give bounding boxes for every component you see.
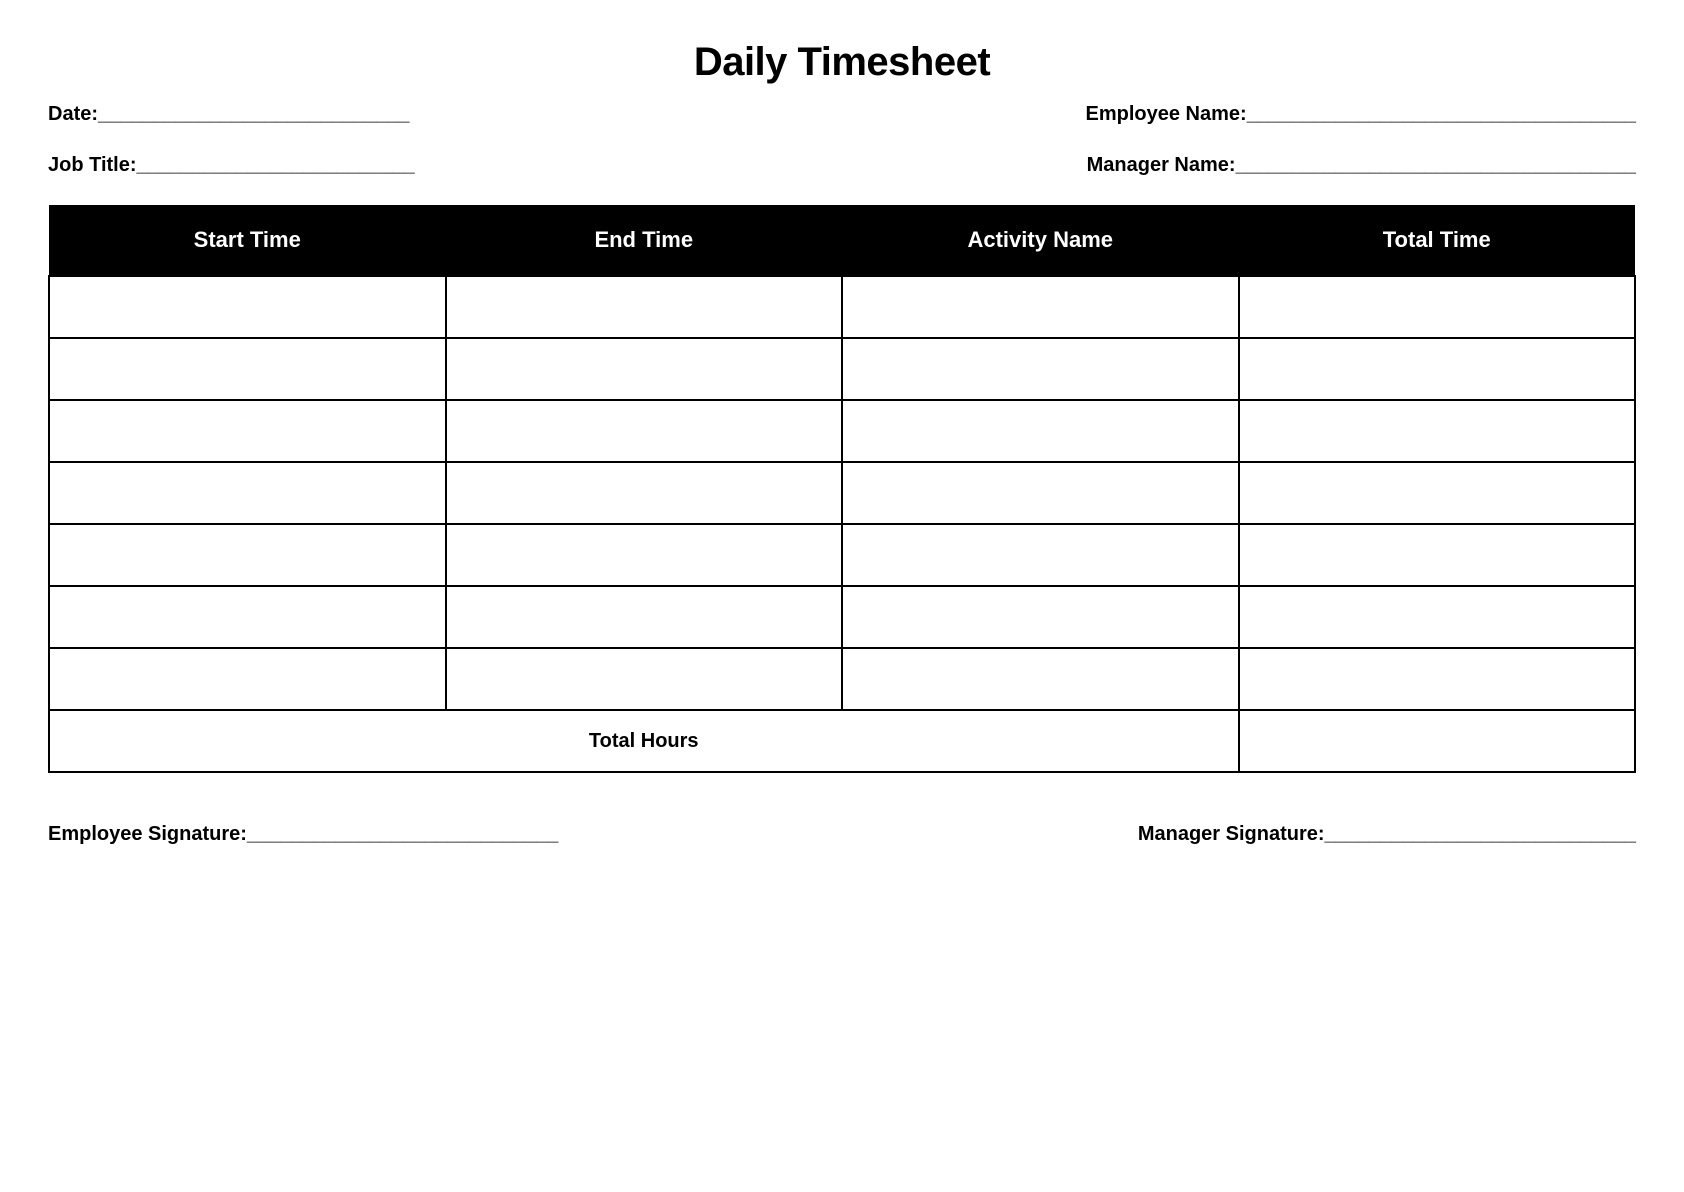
cell-start-time[interactable] <box>49 400 446 462</box>
table-row <box>49 338 1635 400</box>
header-start-time: Start Time <box>49 205 446 276</box>
cell-end-time[interactable] <box>446 338 843 400</box>
employee-signature-field[interactable]: Employee Signature: ____________________… <box>48 823 558 846</box>
employee-name-field[interactable]: Employee Name: _________________________… <box>1086 103 1636 126</box>
table-header-row: Start Time End Time Activity Name Total … <box>49 205 1635 276</box>
total-hours-label: Total Hours <box>49 710 1239 772</box>
table-row <box>49 586 1635 648</box>
cell-activity-name[interactable] <box>842 648 1239 710</box>
cell-start-time[interactable] <box>49 462 446 524</box>
info-row-1: Date: ____________________________ Emplo… <box>48 103 1636 126</box>
cell-start-time[interactable] <box>49 648 446 710</box>
manager-name-label: Manager Name: <box>1087 154 1236 177</box>
cell-activity-name[interactable] <box>842 462 1239 524</box>
job-title-line: _________________________ <box>137 154 415 177</box>
table-row <box>49 524 1635 586</box>
cell-end-time[interactable] <box>446 400 843 462</box>
table-row <box>49 648 1635 710</box>
total-hours-value[interactable] <box>1239 710 1636 772</box>
job-title-label: Job Title: <box>48 154 137 177</box>
header-total-time: Total Time <box>1239 205 1636 276</box>
cell-activity-name[interactable] <box>842 524 1239 586</box>
date-label: Date: <box>48 103 98 126</box>
table-row <box>49 276 1635 338</box>
manager-name-line: ____________________________________ <box>1236 154 1636 177</box>
cell-start-time[interactable] <box>49 338 446 400</box>
cell-activity-name[interactable] <box>842 338 1239 400</box>
manager-signature-label: Manager Signature: <box>1138 823 1325 846</box>
cell-end-time[interactable] <box>446 648 843 710</box>
cell-activity-name[interactable] <box>842 400 1239 462</box>
cell-total-time[interactable] <box>1239 276 1636 338</box>
header-activity-name: Activity Name <box>842 205 1239 276</box>
employee-signature-label: Employee Signature: <box>48 823 247 846</box>
cell-start-time[interactable] <box>49 524 446 586</box>
total-row: Total Hours <box>49 710 1635 772</box>
cell-end-time[interactable] <box>446 462 843 524</box>
employee-name-label: Employee Name: <box>1086 103 1247 126</box>
table-row <box>49 462 1635 524</box>
cell-end-time[interactable] <box>446 276 843 338</box>
manager-signature-line: ____________________________ <box>1325 823 1636 846</box>
header-end-time: End Time <box>446 205 843 276</box>
cell-activity-name[interactable] <box>842 276 1239 338</box>
manager-signature-field[interactable]: Manager Signature: _____________________… <box>1138 823 1636 846</box>
cell-end-time[interactable] <box>446 524 843 586</box>
cell-end-time[interactable] <box>446 586 843 648</box>
timesheet-table: Start Time End Time Activity Name Total … <box>48 205 1636 773</box>
employee-signature-line: ____________________________ <box>247 823 558 846</box>
cell-total-time[interactable] <box>1239 524 1636 586</box>
cell-start-time[interactable] <box>49 276 446 338</box>
cell-total-time[interactable] <box>1239 586 1636 648</box>
date-line: ____________________________ <box>98 103 409 126</box>
cell-total-time[interactable] <box>1239 462 1636 524</box>
cell-total-time[interactable] <box>1239 338 1636 400</box>
cell-total-time[interactable] <box>1239 648 1636 710</box>
job-title-field[interactable]: Job Title: _________________________ <box>48 154 415 177</box>
page-title: Daily Timesheet <box>48 40 1636 85</box>
cell-total-time[interactable] <box>1239 400 1636 462</box>
table-row <box>49 400 1635 462</box>
signature-row: Employee Signature: ____________________… <box>48 823 1636 846</box>
info-row-2: Job Title: _________________________ Man… <box>48 154 1636 177</box>
cell-activity-name[interactable] <box>842 586 1239 648</box>
cell-start-time[interactable] <box>49 586 446 648</box>
employee-name-line: ___________________________________ <box>1247 103 1636 126</box>
table-body: Total Hours <box>49 276 1635 772</box>
manager-name-field[interactable]: Manager Name: __________________________… <box>1087 154 1636 177</box>
date-field[interactable]: Date: ____________________________ <box>48 103 409 126</box>
